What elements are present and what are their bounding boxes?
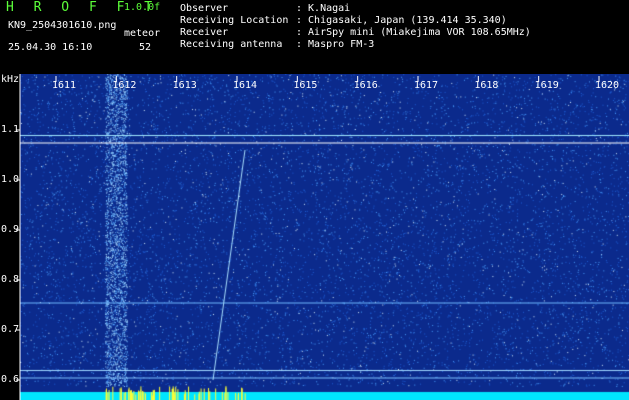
info-location-value: : Chigasaki, Japan (139.414 35.340) xyxy=(296,15,507,26)
version-label: 1.0.0f xyxy=(124,2,161,13)
info-observer-label: Observer xyxy=(180,3,229,14)
info-antenna-value: : Maspro FM-3 xyxy=(296,39,375,50)
info-antenna-label: Receiving antenna xyxy=(180,39,283,50)
y-tick-label: 1.1 xyxy=(1,124,20,135)
x-tick-label: 1620 xyxy=(595,80,620,91)
x-tick-label: 1614 xyxy=(233,80,258,91)
x-tick-label: 1612 xyxy=(112,80,137,91)
x-tick-label: 1617 xyxy=(414,80,439,91)
info-receiver-label: Receiver xyxy=(180,27,229,38)
info-observer-value: : K.Nagai xyxy=(296,3,351,14)
x-tick-label: 1611 xyxy=(52,80,77,91)
y-tick-label: 0.8 xyxy=(1,274,20,285)
y-tick-label: 0.7 xyxy=(1,324,20,335)
meteor-label: meteor xyxy=(124,28,161,39)
x-tick-label: 1613 xyxy=(172,80,197,91)
x-tick-label: 1616 xyxy=(353,80,378,91)
x-tick-label: 1618 xyxy=(474,80,499,91)
meteor-count: 52 xyxy=(139,42,152,53)
filename-label: KN9_2504301610.png xyxy=(8,20,117,31)
info-location-label: Receiving Location xyxy=(180,15,289,26)
spectrogram-overlay xyxy=(16,74,600,400)
y-tick-label: 0.6 xyxy=(1,374,20,385)
x-tick-label: 1615 xyxy=(293,80,318,91)
x-tick-label: 1619 xyxy=(534,80,559,91)
y-tick-label: 1.0 xyxy=(1,174,20,185)
datetime-label: 25.04.30 16:10 xyxy=(8,42,93,53)
y-tick-label: 0.9 xyxy=(1,224,20,235)
info-receiver-value: : AirSpy mini (Miakejima VOR 108.65MHz) xyxy=(296,27,531,38)
y-axis-unit: kHz xyxy=(1,74,20,85)
